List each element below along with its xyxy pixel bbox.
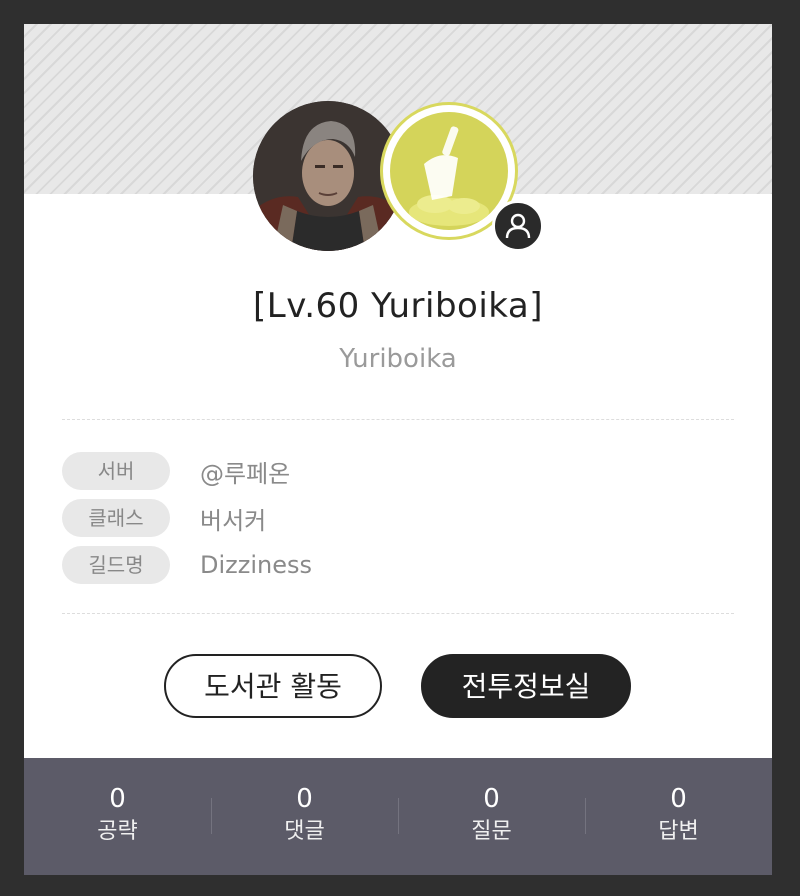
stat-count: 0	[109, 784, 126, 814]
battle-info-button[interactable]: 전투정보실	[421, 654, 631, 718]
profile-name: Yuriboika	[339, 344, 457, 374]
info-value-guild: Dizziness	[200, 551, 312, 579]
stat-count: 0	[483, 784, 500, 814]
info-label-class: 클래스	[62, 499, 170, 537]
stat-questions[interactable]: 0 질문	[398, 758, 585, 875]
stat-label: 질문	[471, 819, 512, 844]
info-value-class: 버서커	[200, 506, 267, 535]
info-row-guild: 길드명 Dizziness	[62, 545, 312, 585]
stat-count: 0	[296, 784, 313, 814]
stats-bar: 0 공략 0 댓글 0 질문 0 답변	[24, 758, 772, 875]
info-row-server: 서버 @루페온	[62, 451, 290, 491]
stat-comments[interactable]: 0 댓글	[211, 758, 398, 875]
trowel-icon	[390, 112, 508, 230]
stat-answers[interactable]: 0 답변	[585, 758, 772, 875]
info-value-server: @루페온	[200, 459, 291, 488]
profile-title: [Lv.60 Yuriboika]	[253, 286, 543, 326]
stat-label: 댓글	[284, 819, 325, 844]
stat-label: 공략	[97, 819, 138, 844]
user-icon[interactable]	[492, 200, 544, 252]
divider	[62, 419, 734, 420]
profile-card: [Lv.60 Yuriboika] Yuriboika 서버 @루페온 클래스 …	[24, 24, 772, 875]
stat-guides[interactable]: 0 공략	[24, 758, 211, 875]
library-activity-button[interactable]: 도서관 활동	[164, 654, 382, 718]
divider	[62, 613, 734, 614]
info-label-guild: 길드명	[62, 546, 170, 584]
stat-count: 0	[670, 784, 687, 814]
info-row-class: 클래스 버서커	[62, 498, 266, 538]
stat-label: 답변	[658, 819, 699, 844]
info-label-server: 서버	[62, 452, 170, 490]
